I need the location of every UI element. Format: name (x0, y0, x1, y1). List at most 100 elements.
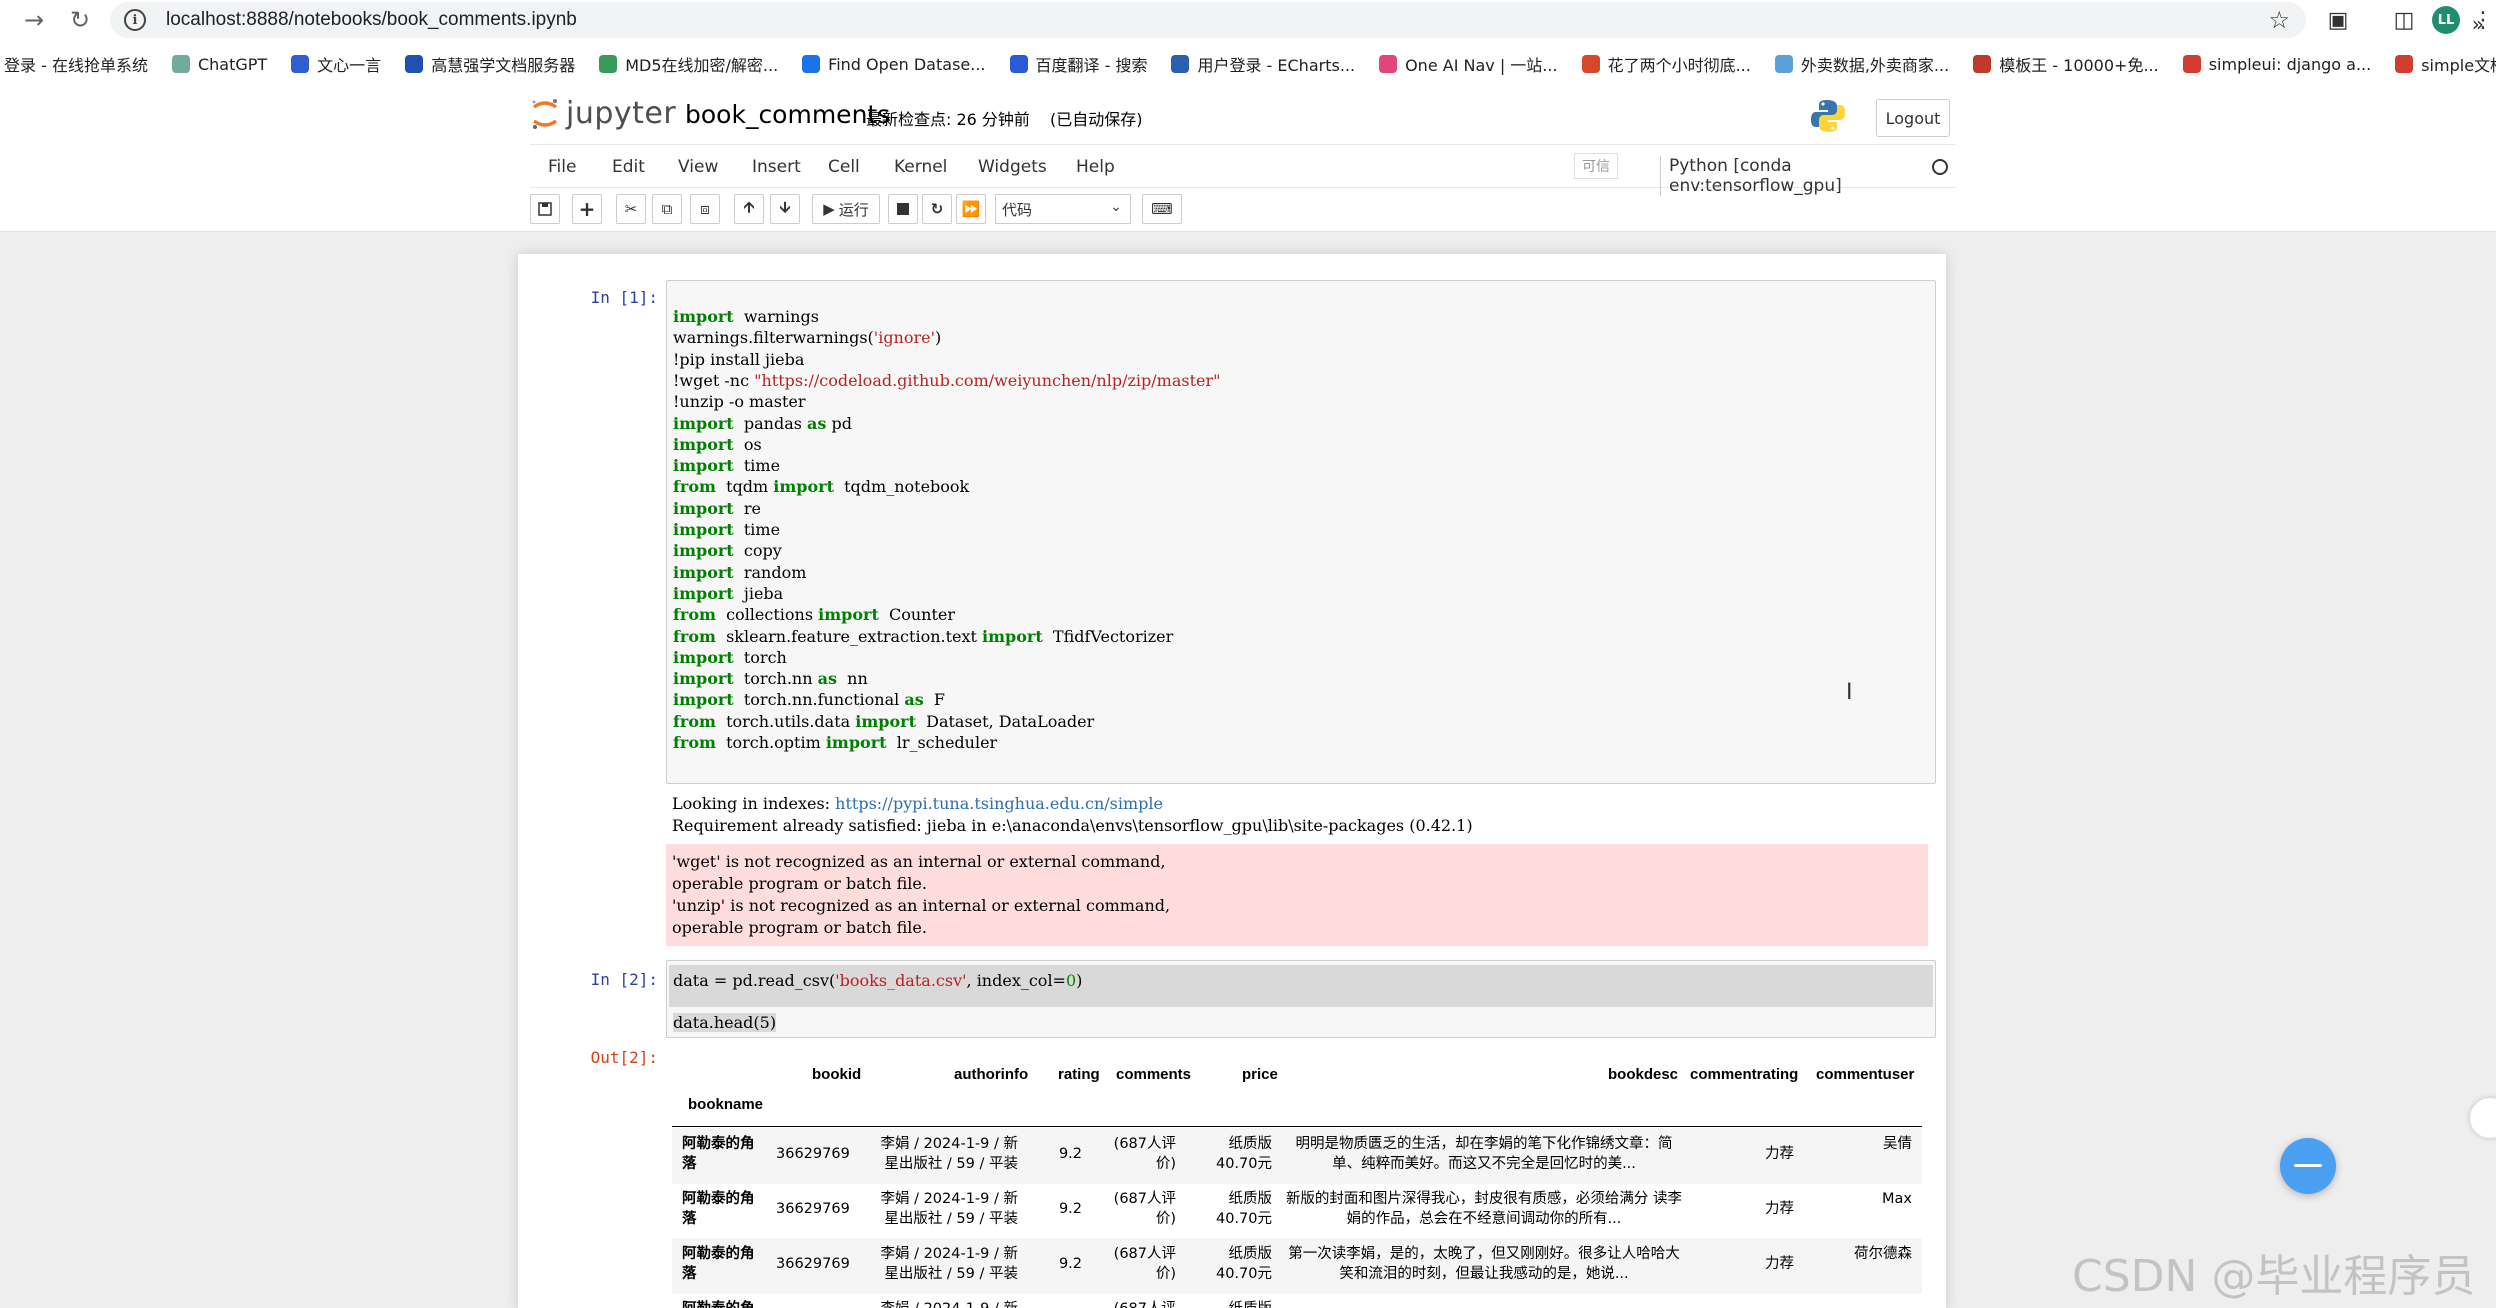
table-cell-authorinfo: 李娟 / 2024-1-9 / 新星出版社 / 59 / 平装 (880, 1136, 1018, 1172)
column-header: bookdesc (1608, 1066, 1679, 1083)
move-down-button[interactable]: 🡫 (770, 194, 800, 224)
logout-button[interactable]: Logout (1876, 99, 1950, 137)
cell-type-select[interactable]: 代码 ⌄ (995, 194, 1131, 224)
cell-1-stdout-line-1: Looking in indexes: https://pypi.tuna.ts… (672, 794, 1163, 813)
save-button[interactable] (530, 194, 560, 224)
notebook-title[interactable]: book_comments (685, 100, 890, 129)
menu-file[interactable]: File (548, 157, 576, 177)
interrupt-button[interactable] (888, 194, 918, 224)
cell-2-code-line: data.head(5) (673, 1013, 777, 1032)
extensions-icon[interactable]: ▣ (2318, 0, 2358, 40)
bookmark-favicon-icon (1009, 55, 1028, 73)
table-cell-bookid: 36629769 (776, 1146, 850, 1162)
bookmark-item[interactable]: simpleui: django a... (2182, 55, 2371, 74)
bookmark-item[interactable]: 用户登录 - ECharts... (1171, 52, 1355, 76)
bookmarks-bar: 登录 - 在线抢单系统 ChatGPT 文心一言 高慧强学文档服务器 MD5在线加密/解… (0, 40, 2496, 88)
arrow-down-icon: 🡫 (779, 197, 791, 216)
bookmark-favicon-icon (291, 55, 310, 73)
table-cell-price: 纸质版 40.70元 (1215, 1191, 1272, 1227)
side-panel-icon[interactable]: ◫ (2384, 0, 2424, 40)
bookmark-item[interactable]: simple文档 (2395, 52, 2496, 76)
restart-run-all-button[interactable]: ⏩ (956, 194, 986, 224)
watermark: CSDN @毕业程序员 (2072, 1251, 2476, 1302)
bookmark-label: 模板王 - 10000+免... (1999, 56, 2159, 75)
cell-1-code-line: import jieba (673, 583, 784, 603)
menu-help[interactable]: Help (1076, 157, 1115, 177)
scissors-icon: ✂ (624, 200, 638, 218)
cell-1-code-line: from collections import Counter (673, 605, 956, 625)
profile-avatar[interactable]: LL (2432, 6, 2460, 34)
menubar-container: File Edit View Insert Cell Kernel Widget… (0, 144, 2496, 232)
bookmark-favicon-icon (2395, 55, 2414, 73)
table-cell-commentuser: Max (1882, 1191, 1912, 1207)
bookmark-star-icon[interactable]: ☆ (2268, 6, 2290, 34)
bookmark-label: 文心一言 (317, 56, 382, 75)
bookmark-item[interactable]: 外卖数据,外卖商家... (1774, 52, 1949, 76)
menu-insert[interactable]: Insert (752, 157, 801, 177)
side-assistant-icon[interactable] (2470, 1098, 2496, 1138)
bookmark-item[interactable]: Find Open Datase... (802, 55, 986, 74)
bookmark-item[interactable]: 模板王 - 10000+免... (1973, 52, 2159, 76)
menu-kernel[interactable]: Kernel (894, 157, 947, 177)
cell-2-code-line: data = pd.read_csv('books_data.csv', ind… (673, 971, 1083, 990)
table-cell-bookname: 阿勒泰的角 (682, 1299, 764, 1308)
jupyter-header: jupyter book_comments 最新检查点: 26 分钟前 (已自动… (0, 88, 2496, 144)
cut-button[interactable]: ✂ (616, 194, 646, 224)
pypi-index-link[interactable]: https://pypi.tuna.tsinghua.edu.cn/simple (835, 794, 1163, 813)
bookmark-favicon-icon (1581, 55, 1600, 73)
plus-icon: + (578, 197, 596, 221)
jupyter-logo[interactable]: jupyter (530, 96, 676, 131)
dataframe-body: 阿勒泰的角落 36629769 李娟 / 2024-1-9 / 新星出版社 / 59… (672, 1128, 1922, 1308)
address-bar[interactable]: i localhost:8888/notebooks/book_comments… (110, 2, 2306, 38)
table-row: 阿勒泰的角落 36629769 李娟 / 2024-1-9 / 新星出版社 / 59… (672, 1128, 1922, 1184)
menu-view[interactable]: View (678, 157, 718, 177)
bookmark-item[interactable]: 花了两个小时彻底... (1581, 52, 1751, 76)
bookmark-item[interactable]: MD5在线加密/解密... (599, 52, 778, 76)
paste-icon: ⧈ (700, 200, 710, 218)
cell-1-input-prompt: In [1]: (590, 288, 658, 307)
site-info-icon[interactable]: i (124, 9, 146, 31)
copy-icon: ⧉ (661, 200, 673, 218)
cell-1-code-line: import warnings (673, 307, 819, 326)
bookmark-item[interactable]: ChatGPT (171, 55, 267, 74)
stderr-line: operable program or batch file. (672, 874, 927, 893)
bookmark-item[interactable]: 文心一言 (291, 52, 381, 76)
back-arrow-icon[interactable]: → (14, 0, 54, 40)
trusted-indicator[interactable]: 可信 (1574, 153, 1618, 179)
column-header: authorinfo (954, 1066, 1029, 1083)
menu-cell[interactable]: Cell (828, 157, 860, 177)
bookmark-item[interactable]: 登录 - 在线抢单系统 (4, 52, 148, 76)
column-header: commentuser (1816, 1066, 1915, 1083)
command-palette-button[interactable]: ⌨ (1142, 194, 1182, 224)
run-button[interactable]: ▶ 运行 (812, 194, 880, 224)
keyboard-icon: ⌨ (1151, 200, 1173, 218)
insert-cell-button[interactable]: + (572, 194, 602, 224)
run-label: 运行 (838, 200, 869, 219)
column-header: price (1242, 1066, 1278, 1083)
cell-2-code-editor[interactable]: data = pd.read_csv('books_data.csv', ind… (666, 960, 1936, 1038)
table-cell-commentuser: 荷尔德森 (1854, 1246, 1912, 1262)
bookmark-item[interactable]: 百度翻译 - 搜索 (1009, 52, 1147, 76)
bookmark-label: MD5在线加密/解密... (625, 56, 779, 75)
cell-1-code-editor[interactable]: import warnings warnings.filterwarnings('… (666, 280, 1936, 784)
bookmark-item[interactable]: One AI Nav | 一站... (1379, 52, 1558, 76)
browser-toolbar: → ↻ i localhost:8888/notebooks/book_comm… (0, 0, 2496, 40)
table-cell-price: 纸质版 40.70元 (1215, 1136, 1272, 1172)
reload-icon[interactable]: ↻ (60, 0, 100, 40)
column-header: rating (1058, 1066, 1100, 1083)
cell-1-code-line: import time (673, 456, 781, 476)
floating-assistant-button[interactable] (2280, 1138, 2336, 1194)
restart-button[interactable]: ↻ (922, 194, 952, 224)
table-cell-price: 纸质版 (1190, 1299, 1273, 1308)
bookmark-item[interactable]: 高慧强学文档服务器 (405, 52, 575, 76)
menu-edit[interactable]: Edit (612, 157, 645, 177)
paste-button[interactable]: ⧈ (690, 194, 720, 224)
copy-button[interactable]: ⧉ (652, 194, 682, 224)
cell-1-code-line: from tqdm import tqdm_notebook (673, 477, 970, 497)
table-cell-rating: 9.2 (1058, 1256, 1082, 1272)
bookmark-favicon-icon (405, 55, 424, 73)
kernel-name[interactable]: Python [conda env:tensorflow_gpu] (1660, 156, 1956, 196)
menu-widgets[interactable]: Widgets (978, 157, 1047, 177)
bookmarks-overflow-icon[interactable]: » (2472, 12, 2484, 36)
move-up-button[interactable]: 🡩 (734, 194, 764, 224)
